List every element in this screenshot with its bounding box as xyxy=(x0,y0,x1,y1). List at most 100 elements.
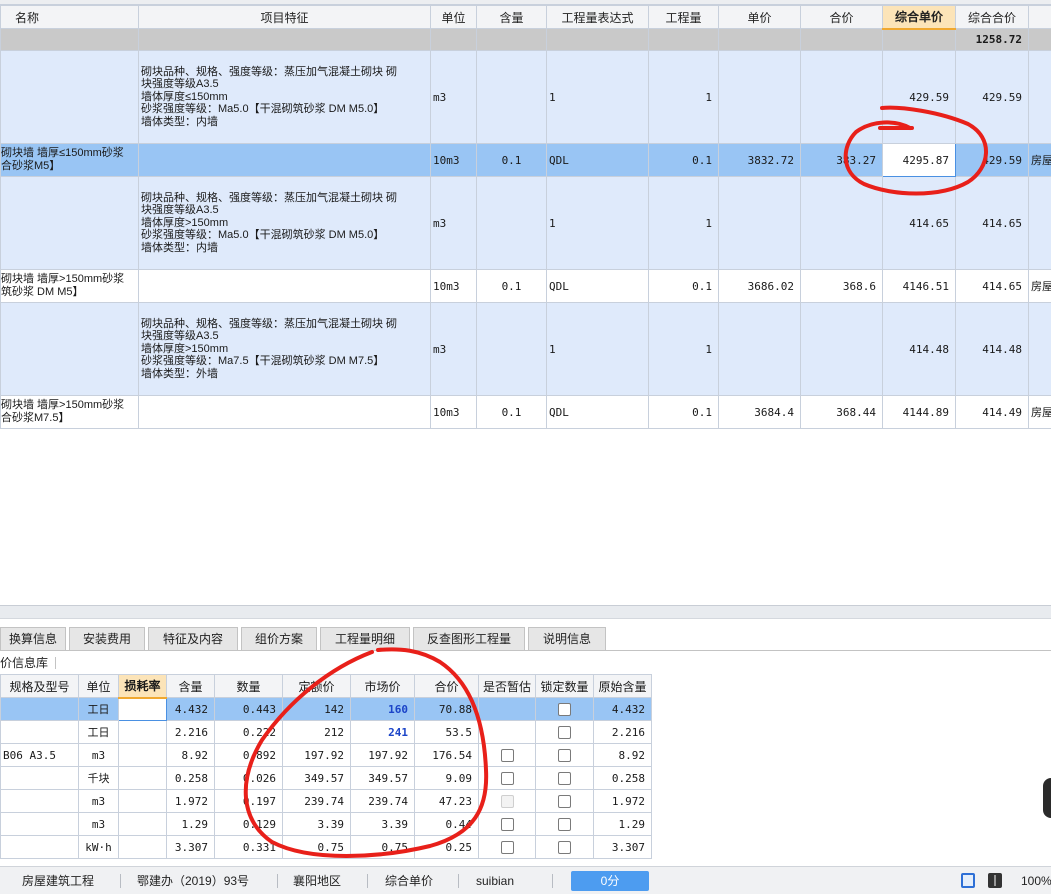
cell-quota-price[interactable]: 142 xyxy=(282,697,351,721)
col-header-unit[interactable]: 单位 xyxy=(78,674,119,698)
cell-extra[interactable] xyxy=(1028,176,1051,270)
cell-total-price[interactable] xyxy=(800,50,883,144)
cell-content[interactable]: 2.216 xyxy=(166,720,215,744)
cell-lock-quantity[interactable] xyxy=(535,743,594,767)
cell-quota-price[interactable]: 349.57 xyxy=(282,766,351,790)
cell-name[interactable]: 砌块墙 墙厚>150mm砂浆 筑砂浆 DM M5】 xyxy=(0,269,139,303)
table-row[interactable]: 砌块墙 墙厚>150mm砂浆 合砂浆M7.5】 10m3 0.1 QDL 0.1… xyxy=(0,395,1051,429)
cell-comprehensive-total[interactable]: 429.59 xyxy=(955,143,1029,177)
col-header-original-content[interactable]: 原始含量 xyxy=(593,674,652,698)
table-row[interactable]: 砌块品种、规格、强度等级：蒸压加气混凝土砌块 砌 块强度等级A3.5 墙体厚度>… xyxy=(0,302,1051,396)
resource-grid[interactable]: 规格及型号 单位 损耗率 含量 数量 定额价 市场价 合价 是否暂估 锁定数量 … xyxy=(0,674,652,862)
lock-quantity-checkbox[interactable] xyxy=(558,840,571,854)
cell-quantity[interactable]: 0.026 xyxy=(214,766,283,790)
cell-total[interactable]: 53.5 xyxy=(414,720,479,744)
bill-items-grid[interactable]: 名称 项目特征 单位 含量 工程量表达式 工程量 单价 合价 综合单价 综合合价… xyxy=(0,0,1051,605)
cell-unit[interactable]: 10m3 xyxy=(430,395,477,429)
col-header-total[interactable]: 合价 xyxy=(414,674,479,698)
cell-is-estimate[interactable] xyxy=(478,697,536,721)
cell-comprehensive-unit-price[interactable]: 4146.51 xyxy=(882,269,956,303)
col-header-content[interactable]: 含量 xyxy=(476,5,547,29)
cell-content[interactable]: 0.258 xyxy=(166,766,215,790)
col-header-lock-quantity[interactable]: 锁定数量 xyxy=(535,674,594,698)
lock-quantity-checkbox[interactable] xyxy=(558,771,571,785)
zoom-level[interactable]: 100% xyxy=(1021,867,1051,894)
col-header-expression[interactable]: 工程量表达式 xyxy=(546,5,649,29)
tab-install-fee[interactable]: 安装费用 xyxy=(69,627,145,651)
cell-market-price[interactable]: 0.75 xyxy=(350,835,415,859)
floating-scroll-button[interactable] xyxy=(1043,778,1051,818)
col-header-comprehensive-unit-price[interactable]: 综合单价 xyxy=(882,5,956,30)
cell-total[interactable]: 47.23 xyxy=(414,789,479,813)
cell-quantity[interactable]: 0.1 xyxy=(648,269,719,303)
cell-quantity[interactable]: 0.331 xyxy=(214,835,283,859)
tab-quantity-detail[interactable]: 工程量明细 xyxy=(320,627,410,651)
cell-comprehensive-total[interactable]: 414.48 xyxy=(955,302,1029,396)
lock-quantity-checkbox[interactable] xyxy=(558,702,571,716)
cell-feature[interactable]: 砌块品种、规格、强度等级：蒸压加气混凝土砌块 砌 块强度等级A3.5 墙体厚度>… xyxy=(138,302,431,396)
cell-unit[interactable]: 10m3 xyxy=(430,269,477,303)
resource-row[interactable]: kW·h 3.307 0.331 0.75 0.75 0.25 3.307 xyxy=(0,835,652,859)
cell-total-price[interactable]: 368.6 xyxy=(800,269,883,303)
cell-original-content[interactable]: 3.307 xyxy=(593,835,652,859)
cell-spec[interactable] xyxy=(0,766,79,790)
tab-reverse-graphic-quantity[interactable]: 反查图形工程量 xyxy=(413,627,525,651)
cell-extra[interactable] xyxy=(1028,50,1051,144)
cell-unit[interactable]: m3 xyxy=(430,176,477,270)
col-header-spec[interactable]: 规格及型号 xyxy=(0,674,79,698)
cell-expression[interactable]: QDL xyxy=(546,395,649,429)
cell-loss-rate[interactable] xyxy=(118,812,167,836)
cell-total[interactable]: 176.54 xyxy=(414,743,479,767)
cell-unit[interactable]: 千块 xyxy=(78,766,119,790)
cell-feature[interactable]: 砌块品种、规格、强度等级：蒸压加气混凝土砌块 砌 块强度等级A3.5 墙体厚度>… xyxy=(138,176,431,270)
cell-feature[interactable] xyxy=(138,395,431,429)
resource-row[interactable]: m3 1.29 0.129 3.39 3.39 0.44 1.29 xyxy=(0,812,652,836)
lock-quantity-checkbox[interactable] xyxy=(558,725,571,739)
cell-name[interactable]: 砌块墙 墙厚≤150mm砂浆 合砂浆M5】 xyxy=(0,143,139,177)
table-row[interactable]: 砌块墙 墙厚>150mm砂浆 筑砂浆 DM M5】 10m3 0.1 QDL 0… xyxy=(0,269,1051,303)
cell-content[interactable]: 0.1 xyxy=(476,395,547,429)
cell-content[interactable]: 8.92 xyxy=(166,743,215,767)
cell-total[interactable]: 70.88 xyxy=(414,697,479,721)
cell-comprehensive-total[interactable]: 429.59 xyxy=(955,50,1029,144)
cell-extra[interactable] xyxy=(1028,302,1051,396)
cell-feature[interactable]: 砌块品种、规格、强度等级：蒸压加气混凝土砌块 砌 块强度等级A3.5 墙体厚度≤… xyxy=(138,50,431,144)
lock-quantity-checkbox[interactable] xyxy=(558,817,571,831)
resource-row[interactable]: 千块 0.258 0.026 349.57 349.57 9.09 0.258 xyxy=(0,766,652,790)
cell-name[interactable] xyxy=(0,302,139,396)
cell-spec[interactable] xyxy=(0,812,79,836)
estimate-checkbox[interactable] xyxy=(500,840,514,854)
cell-original-content[interactable]: 8.92 xyxy=(593,743,652,767)
cell-comprehensive-total[interactable]: 414.65 xyxy=(955,176,1029,270)
cell-unit-price[interactable] xyxy=(718,302,801,396)
cell-is-estimate[interactable] xyxy=(478,743,536,767)
cell-extra[interactable]: 房屋 xyxy=(1028,269,1051,303)
tab-description-info[interactable]: 说明信息 xyxy=(528,627,606,651)
cell-content[interactable]: 0.1 xyxy=(476,143,547,177)
layout-vertical-icon[interactable] xyxy=(988,873,1002,888)
cell-expression[interactable]: 1 xyxy=(546,302,649,396)
cell-quota-price[interactable]: 0.75 xyxy=(282,835,351,859)
cell-comprehensive-total[interactable]: 414.65 xyxy=(955,269,1029,303)
cell-total[interactable]: 0.44 xyxy=(414,812,479,836)
cell-quantity[interactable]: 1 xyxy=(648,302,719,396)
col-header-extra[interactable] xyxy=(1028,5,1051,29)
cell-extra[interactable]: 房屋 xyxy=(1028,395,1051,429)
cell-original-content[interactable]: 1.972 xyxy=(593,789,652,813)
cell-unit[interactable]: m3 xyxy=(430,302,477,396)
table-row-selected[interactable]: 砌块墙 墙厚≤150mm砂浆 合砂浆M5】 10m3 0.1 QDL 0.1 3… xyxy=(0,143,1051,177)
col-header-name[interactable]: 名称 xyxy=(0,5,139,29)
cell-quantity[interactable]: 0.129 xyxy=(214,812,283,836)
resource-row-selected[interactable]: 工日 4.432 0.443 142 160 70.88 4.432 xyxy=(0,697,652,721)
cell-unit[interactable]: m3 xyxy=(78,812,119,836)
cell-loss-rate-editing[interactable] xyxy=(118,697,167,721)
cell-spec[interactable] xyxy=(0,697,79,721)
cell-name[interactable] xyxy=(0,176,139,270)
cell-total-price[interactable] xyxy=(800,302,883,396)
cell-original-content[interactable]: 2.216 xyxy=(593,720,652,744)
cell-unit-price[interactable]: 3832.72 xyxy=(718,143,801,177)
resource-row[interactable]: m3 1.972 0.197 239.74 239.74 47.23 1.972 xyxy=(0,789,652,813)
resource-row[interactable]: 工日 2.216 0.222 212 241 53.5 2.216 xyxy=(0,720,652,744)
cell-is-estimate[interactable] xyxy=(478,835,536,859)
cell-loss-rate[interactable] xyxy=(118,766,167,790)
